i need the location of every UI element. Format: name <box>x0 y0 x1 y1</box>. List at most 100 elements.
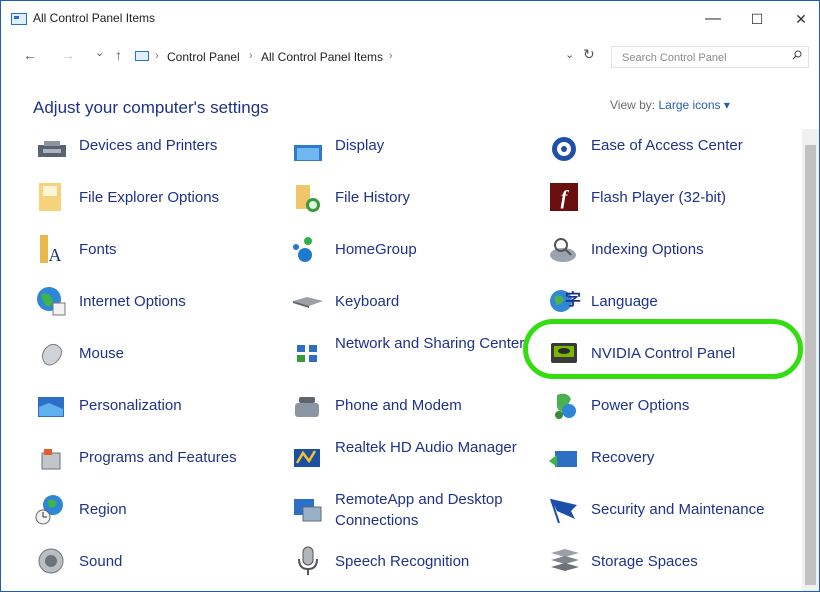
item-storage-spaces[interactable]: Storage Spaces <box>547 541 787 581</box>
item-label: Personalization <box>79 397 182 414</box>
network-icon <box>297 345 317 362</box>
item-sound[interactable]: Sound <box>35 541 275 581</box>
realtek-audio-icon <box>294 449 320 467</box>
personalization-icon <box>38 397 64 417</box>
svg-text:字: 字 <box>565 290 581 309</box>
item-realtek-hd-audio-manager[interactable]: Realtek HD Audio Manager <box>291 437 531 477</box>
title-bar[interactable]: All Control Panel Items — ☐ ✕ <box>1 1 819 35</box>
address-bar[interactable]: › Control Panel › All Control Panel Item… <box>93 46 613 68</box>
item-indexing-options[interactable]: Indexing Options <box>547 229 787 269</box>
item-label: Language <box>591 293 658 310</box>
item-homegroup[interactable]: HomeGroup <box>291 229 531 269</box>
fonts-icon: A <box>40 235 62 265</box>
item-network-and-sharing-center[interactable]: Network and Sharing Center <box>291 333 531 373</box>
refresh-button[interactable]: ↻ <box>583 46 595 63</box>
item-label: File History <box>335 189 411 206</box>
indexing-icon <box>550 238 576 262</box>
item-label: Devices and Printers <box>79 137 218 154</box>
item-label: Recovery <box>591 449 655 466</box>
item-label: Speech Recognition <box>335 553 470 570</box>
item-label: Network and Sharing Center <box>335 335 525 352</box>
scrollbar-thumb[interactable] <box>805 145 816 585</box>
page-title: Adjust your computer's settings <box>33 98 269 117</box>
item-label: Security and Maintenance <box>591 501 765 518</box>
forward-button[interactable]: → <box>61 47 75 63</box>
address-dropdown-button[interactable]: ⌄ <box>565 48 574 61</box>
item-label: Display <box>335 137 385 154</box>
region-icon <box>35 495 63 525</box>
item-label: Internet Options <box>79 293 186 310</box>
item-label: Mouse <box>79 345 125 362</box>
close-button[interactable]: ✕ <box>783 6 819 32</box>
ease-of-access-icon <box>552 137 576 161</box>
item-mouse[interactable]: Mouse <box>35 333 275 373</box>
breadcrumb-all-control-panel-items[interactable]: All Control Panel Items <box>261 50 383 64</box>
item-region[interactable]: Region <box>35 489 275 529</box>
item-file-explorer-options[interactable]: File Explorer Options <box>35 177 275 217</box>
item-speech-recognition[interactable]: Speech Recognition <box>291 541 531 581</box>
power-options-icon <box>555 393 576 419</box>
internet-options-icon <box>37 287 66 316</box>
item-personalization[interactable]: Personalization <box>35 385 275 425</box>
item-internet-options[interactable]: Internet Options <box>35 281 275 321</box>
maximize-button[interactable]: ☐ <box>739 6 775 32</box>
item-fonts[interactable]: A Fonts <box>35 229 275 269</box>
item-phone-and-modem[interactable]: Phone and Modem <box>291 385 531 425</box>
item-label: Region <box>79 501 127 518</box>
item-remoteapp-and-desktop-connections[interactable]: RemoteApp and Desktop Connections <box>291 489 531 529</box>
item-label: Power Options <box>591 397 690 414</box>
item-label: Flash Player (32-bit) <box>591 189 727 206</box>
item-label: File Explorer Options <box>79 189 220 206</box>
item-display[interactable]: Display <box>291 125 531 165</box>
svg-text:A: A <box>49 245 62 265</box>
item-power-options[interactable]: Power Options <box>547 385 787 425</box>
homegroup-icon <box>293 237 312 262</box>
item-label: Fonts <box>79 241 117 258</box>
search-box[interactable] <box>611 46 809 68</box>
item-keyboard[interactable]: Keyboard <box>291 281 531 321</box>
item-label: Realtek HD Audio Manager <box>335 439 517 456</box>
window-title: All Control Panel Items <box>33 11 156 25</box>
folder-options-icon <box>39 183 61 211</box>
view-by: View by: Large icons ▾ <box>610 98 730 112</box>
programs-icon <box>41 449 61 470</box>
search-input[interactable] <box>620 49 784 67</box>
item-flash-player[interactable]: f Flash Player (32-bit) <box>547 177 787 217</box>
search-icon <box>792 50 802 60</box>
back-button[interactable]: ← <box>23 47 37 63</box>
item-label: Programs and Features <box>79 449 237 466</box>
microphone-icon <box>298 546 318 575</box>
keyboard-icon <box>293 297 323 308</box>
item-label: RemoteApp and Desktop Connections <box>335 491 503 529</box>
minimize-button[interactable]: — <box>695 6 731 32</box>
remoteapp-icon <box>294 499 322 522</box>
breadcrumb-control-panel[interactable]: Control Panel <box>167 50 240 64</box>
flash-player-icon: f <box>550 183 578 211</box>
item-label: Keyboard <box>335 293 400 310</box>
control-panel-icon <box>135 51 149 61</box>
item-label: HomeGroup <box>335 241 417 258</box>
item-programs-and-features[interactable]: Programs and Features <box>35 437 275 477</box>
mouse-icon <box>41 343 62 366</box>
item-label: Storage Spaces <box>591 553 698 570</box>
view-mode-dropdown[interactable]: Large icons ▾ <box>658 98 729 112</box>
printer-icon <box>38 141 66 157</box>
storage-spaces-icon <box>551 549 579 571</box>
address-row: ← → ⌄ ↑ › Control Panel › All Control Pa… <box>1 37 819 77</box>
control-panel-window: All Control Panel Items — ☐ ✕ ← → ⌄ ↑ › … <box>0 0 820 592</box>
item-label: Phone and Modem <box>335 397 462 414</box>
item-devices-and-printers[interactable]: Devices and Printers <box>35 125 275 165</box>
display-icon <box>294 145 322 161</box>
item-file-history[interactable]: File History <box>291 177 531 217</box>
nvidia-highlight-ring <box>523 319 803 379</box>
language-icon: 字 <box>550 290 581 312</box>
item-security-and-maintenance[interactable]: Security and Maintenance <box>547 489 787 529</box>
file-history-icon <box>296 185 320 212</box>
control-panel-icon <box>11 13 27 25</box>
security-flag-icon <box>550 498 577 524</box>
phone-icon <box>295 397 319 417</box>
item-language[interactable]: 字 Language <box>547 281 787 321</box>
speaker-icon <box>38 548 64 574</box>
item-ease-of-access-center[interactable]: Ease of Access Center <box>547 125 787 165</box>
item-recovery[interactable]: Recovery <box>547 437 787 477</box>
